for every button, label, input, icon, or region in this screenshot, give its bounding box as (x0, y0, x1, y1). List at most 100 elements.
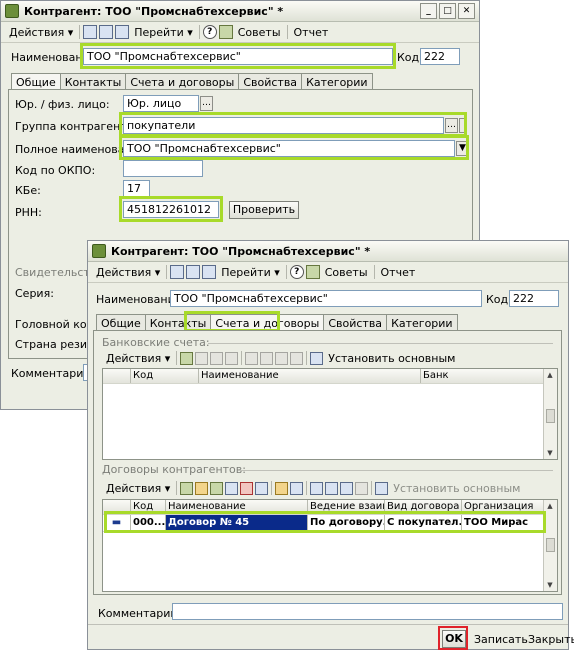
refresh-icon[interactable] (375, 481, 389, 495)
hierarchy-icon[interactable] (255, 481, 269, 495)
report-button[interactable]: Отчет (290, 26, 333, 39)
front-window-titlebar[interactable]: Контрагент: ТОО "Промснабтехсервис" * (88, 241, 568, 262)
contracts-actions-menu[interactable]: Действия ▾ (102, 482, 174, 495)
tab-contacts[interactable]: Контакты (59, 73, 127, 90)
bank-set-main-button[interactable]: Установить основным (324, 352, 459, 365)
back-toolbar: Действия ▾ Перейти ▾ ? Советы Отчет (1, 22, 479, 43)
back-comment-label: Комментарий: (11, 367, 95, 380)
contracts-col-kind[interactable]: Вид договора (385, 500, 462, 514)
tab-contacts[interactable]: Контакты (144, 314, 212, 331)
sort-icon (245, 351, 259, 365)
close-icon[interactable]: ✕ (458, 3, 475, 19)
bank-col-bank[interactable]: Банк (421, 369, 545, 383)
contracts-table[interactable]: Код Наименование Ведение взаим... Вид до… (102, 499, 558, 592)
structure-icon[interactable] (186, 265, 201, 279)
sort-icon[interactable] (310, 481, 324, 495)
copy-icon[interactable] (210, 481, 224, 495)
filter-icon[interactable] (325, 481, 339, 495)
forward-arrow-icon[interactable] (115, 25, 130, 39)
tips-button[interactable]: Советы (321, 266, 372, 279)
table-row[interactable]: ▬ 000... Договор № 45 По договору... С п… (103, 515, 557, 532)
goto-menu[interactable]: Перейти ▾ (217, 266, 284, 279)
save-button[interactable]: Записать (474, 633, 528, 646)
help-icon[interactable]: ? (289, 265, 304, 279)
okpo-field[interactable] (123, 160, 203, 177)
tab-categories[interactable]: Категории (301, 73, 373, 90)
code-field[interactable]: 222 (420, 48, 460, 65)
delete-icon[interactable] (240, 481, 254, 495)
back-window-title: Контрагент: ТОО "Промснабтехсервис" * (24, 4, 284, 18)
maximize-icon[interactable]: □ (439, 3, 456, 19)
group-select-button[interactable]: … (445, 118, 458, 133)
legal-field[interactable]: Юр. лицо (123, 95, 199, 112)
back-arrow-icon[interactable] (170, 265, 185, 279)
contracts-col-code[interactable]: Код (131, 500, 166, 514)
tab-general[interactable]: Общие (96, 314, 146, 331)
add-icon[interactable] (180, 481, 194, 495)
name-field[interactable]: ТОО "Промснабтехсервис" (170, 290, 482, 307)
back-arrow-icon[interactable] (83, 25, 98, 39)
forward-arrow-icon[interactable] (202, 265, 217, 279)
edit-icon[interactable] (225, 481, 239, 495)
code-label: Код: (397, 51, 423, 64)
ok-button[interactable]: OK (442, 630, 466, 648)
rnn-field[interactable]: 451812261012 (123, 201, 219, 218)
fullname-field[interactable]: ТОО "Промснабтехсервис" (123, 140, 455, 157)
bank-actions-menu[interactable]: Действия ▾ (102, 352, 174, 365)
add-group-icon[interactable] (195, 481, 209, 495)
footer-line (88, 624, 568, 625)
legal-select-button[interactable]: … (200, 96, 213, 111)
contracts-col-name[interactable]: Наименование (166, 500, 308, 514)
front-comment-label: Комментарий: (98, 607, 182, 620)
goto-menu[interactable]: Перейти ▾ (130, 26, 197, 39)
tab-accounts[interactable]: Счета и договоры (125, 73, 240, 90)
move-icon[interactable] (275, 481, 289, 495)
group-clear-button[interactable]: ⋮ (459, 118, 469, 133)
legal-label: Юр. / физ. лицо: (15, 98, 110, 111)
refresh-icon[interactable] (310, 351, 324, 365)
up-level-icon[interactable] (290, 481, 304, 495)
tab-categories[interactable]: Категории (386, 314, 458, 331)
contracts-col-org[interactable]: Организация (462, 500, 544, 514)
help-icon[interactable]: ? (202, 25, 217, 39)
bank-col-name[interactable]: Наименование (199, 369, 421, 383)
tips-icon[interactable] (218, 25, 233, 39)
copy-icon (195, 351, 209, 365)
tips-button[interactable]: Советы (234, 26, 285, 39)
tab-accounts[interactable]: Счета и договоры (210, 314, 325, 331)
filter-list-icon[interactable] (340, 481, 354, 495)
structure-icon[interactable] (99, 25, 114, 39)
group-field[interactable]: покупатели (123, 117, 444, 134)
contracts-scrollbar[interactable]: ▲ ▼ (543, 500, 557, 591)
bank-col-code[interactable]: Код (131, 369, 199, 383)
actions-menu[interactable]: Действия ▾ (5, 26, 77, 39)
fullname-dropdown-icon[interactable]: ▼ (456, 141, 469, 156)
close-button[interactable]: Закрыть (528, 633, 574, 646)
contracts-col-mode[interactable]: Ведение взаим... (308, 500, 385, 514)
front-comment-field[interactable] (172, 603, 563, 620)
kbe-label: КБе: (15, 184, 41, 197)
app-icon (5, 4, 19, 18)
tips-icon[interactable] (305, 265, 320, 279)
name-field[interactable]: ТОО "Промснабтехсервис" (83, 48, 393, 65)
tab-properties[interactable]: Свойства (323, 314, 388, 331)
row-code: 000... (131, 515, 166, 531)
kbe-field[interactable]: 17 (123, 180, 150, 197)
tab-properties[interactable]: Свойства (238, 73, 303, 90)
report-button[interactable]: Отчет (377, 266, 420, 279)
delete-icon (225, 351, 239, 365)
edit-icon (210, 351, 224, 365)
bank-accounts-table[interactable]: Код Наименование Банк ▲ ▼ (102, 368, 558, 460)
front-window-title: Контрагент: ТОО "Промснабтехсервис" * (111, 244, 371, 258)
bank-scrollbar[interactable]: ▲ ▼ (543, 369, 557, 459)
bank-table-header: Код Наименование Банк (103, 369, 557, 384)
tab-general[interactable]: Общие (11, 73, 61, 90)
add-icon[interactable] (180, 351, 194, 365)
actions-menu[interactable]: Действия ▾ (92, 266, 164, 279)
check-button[interactable]: Проверить (229, 201, 299, 219)
row-kind: С покупател... (385, 515, 462, 531)
row-marker-icon: ▬ (103, 515, 131, 531)
minimize-icon[interactable]: _ (420, 3, 437, 19)
back-window-titlebar[interactable]: Контрагент: ТОО "Промснабтехсервис" * _ … (1, 1, 479, 22)
code-field[interactable]: 222 (509, 290, 559, 307)
